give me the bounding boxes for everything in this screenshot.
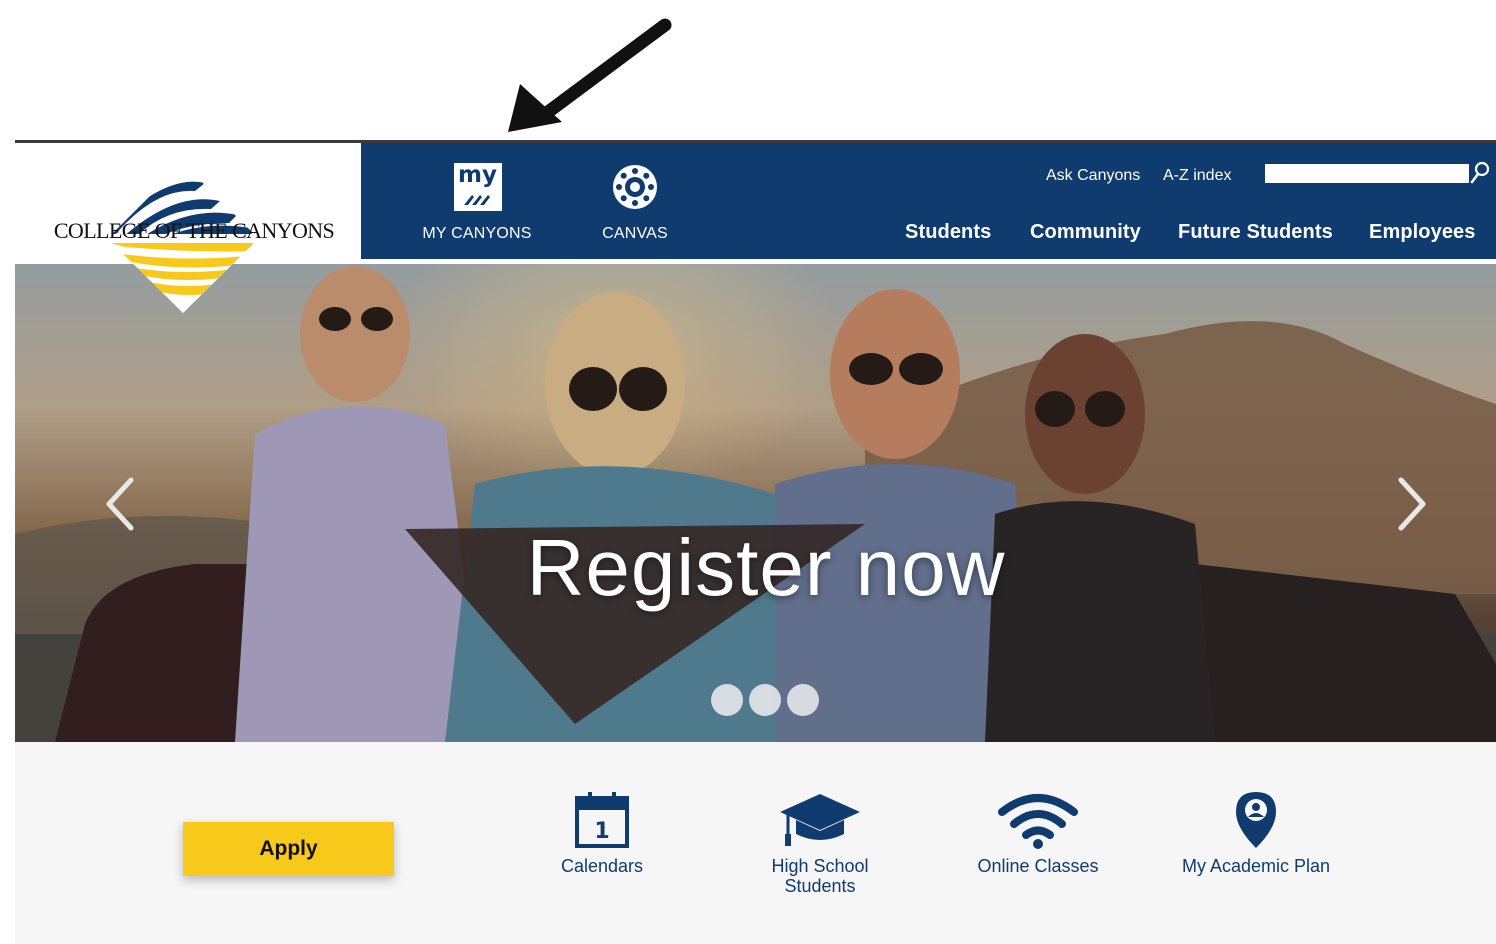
- svg-text:1: 1: [594, 819, 609, 844]
- calendars-link[interactable]: 1 Calendars: [507, 790, 697, 876]
- nav-employees[interactable]: Employees: [1369, 221, 1476, 244]
- location-pin-icon: [1236, 792, 1276, 848]
- nav-students[interactable]: Students: [905, 221, 991, 244]
- canvas-label: CANVAS: [602, 225, 668, 242]
- my-canyons-label: MY CANYONS: [422, 225, 532, 242]
- carousel-indicators: [711, 684, 831, 716]
- graduation-cap-icon: [780, 794, 860, 846]
- online-classes-link[interactable]: Online Classes: [943, 790, 1133, 876]
- top-navigation-bar: my MY CANYONS CANVAS Ask Canyons A-Z ind…: [361, 143, 1496, 259]
- hero-photo-illustration: [15, 264, 1496, 742]
- carousel-dot-2[interactable]: [749, 684, 781, 716]
- online-classes-label: Online Classes: [977, 856, 1099, 876]
- annotation-arrow-icon: [508, 18, 672, 132]
- search-input[interactable]: [1265, 164, 1469, 183]
- calendar-icon: 1: [575, 792, 629, 848]
- my-academic-plan-link[interactable]: My Academic Plan: [1161, 790, 1351, 876]
- search-icon[interactable]: [1469, 161, 1491, 185]
- apply-button[interactable]: Apply: [183, 822, 394, 876]
- nav-future-students[interactable]: Future Students: [1178, 221, 1333, 244]
- high-school-students-label: High School Students: [771, 856, 869, 896]
- carousel-dot-1[interactable]: [711, 684, 743, 716]
- quick-links-section: Apply 1 Calendars High School Students O…: [15, 742, 1496, 944]
- ask-canyons-link[interactable]: Ask Canyons: [1046, 167, 1140, 185]
- high-school-students-link[interactable]: High School Students: [725, 790, 915, 896]
- canvas-icon: [613, 165, 657, 209]
- my-academic-plan-label: My Academic Plan: [1181, 856, 1331, 876]
- logo-text: COLLEGE OF THE CANYONS: [53, 218, 335, 243]
- hero-carousel: Register now: [15, 264, 1496, 742]
- page: COLLEGE OF THE CANYONS my MY CANYONS CAN…: [0, 0, 1496, 944]
- wifi-icon: [998, 794, 1078, 849]
- calendars-label: Calendars: [560, 856, 644, 876]
- az-index-link[interactable]: A-Z index: [1163, 167, 1231, 185]
- nav-community[interactable]: Community: [1030, 221, 1141, 244]
- hero-title: Register now: [526, 523, 1006, 612]
- my-canyons-icon: my: [454, 162, 502, 211]
- carousel-dot-3[interactable]: [787, 684, 819, 716]
